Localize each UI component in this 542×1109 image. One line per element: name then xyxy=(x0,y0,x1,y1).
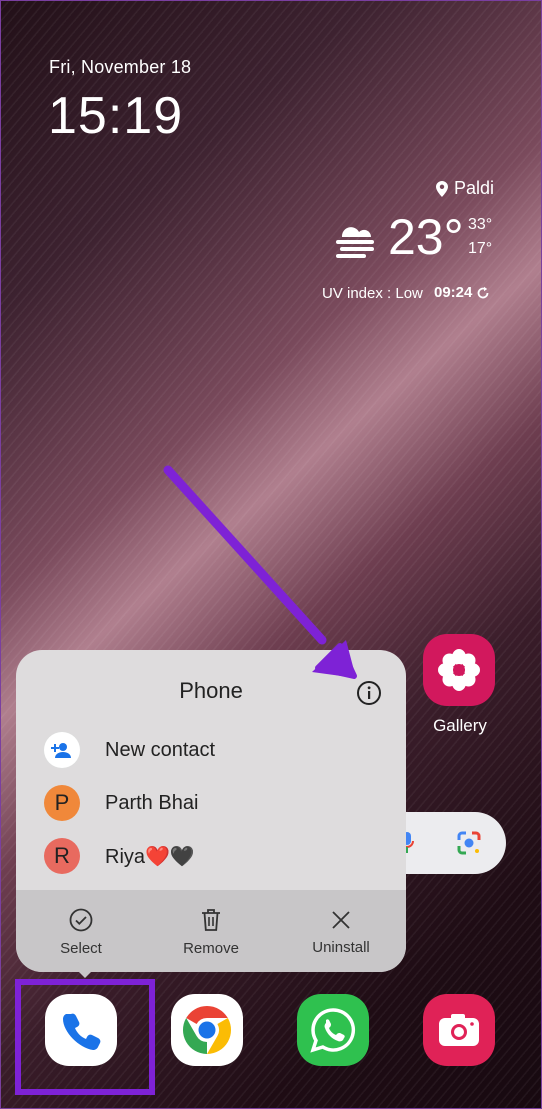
lock-clock[interactable]: 15:19 xyxy=(48,86,183,146)
weather-low: 17° xyxy=(468,240,493,257)
info-icon[interactable] xyxy=(356,680,382,706)
google-lens-icon[interactable] xyxy=(456,830,482,856)
gallery-flower-icon xyxy=(423,634,495,706)
phone-app-highlight xyxy=(15,979,155,1095)
shortcut-label: Riya❤️🖤 xyxy=(105,845,195,868)
uv-index: UV index : Low xyxy=(322,285,423,302)
shortcut-label: Parth Bhai xyxy=(105,791,199,814)
add-contact-icon xyxy=(44,732,80,768)
whatsapp-app[interactable] xyxy=(297,994,369,1066)
uninstall-label: Uninstall xyxy=(312,938,370,956)
popup-title: Phone xyxy=(179,678,243,703)
shortcut-new-contact[interactable]: New contact xyxy=(44,730,215,770)
camera-icon xyxy=(439,1014,479,1046)
select-label: Select xyxy=(60,939,102,957)
check-circle-icon xyxy=(69,908,93,931)
remove-button[interactable]: Remove xyxy=(146,890,276,972)
gallery-app[interactable]: Gallery xyxy=(423,634,497,736)
shortcut-contact-riya[interactable]: R Riya❤️🖤 xyxy=(44,836,195,876)
chrome-app[interactable] xyxy=(171,994,243,1066)
location-pin-icon xyxy=(435,180,448,197)
popup-actions: Select Remove Uninstall xyxy=(16,890,406,972)
weather-high: 33° xyxy=(468,216,493,233)
remove-label: Remove xyxy=(183,939,239,957)
app-context-menu: Phone New contact P Parth Bhai R Riya❤️🖤… xyxy=(16,650,406,972)
chrome-icon xyxy=(182,1006,232,1054)
weather-updated[interactable]: 09:24 xyxy=(434,284,490,301)
lock-date: Fri, November 18 xyxy=(49,57,192,77)
cloudy-weather-icon xyxy=(336,227,374,258)
refresh-icon[interactable] xyxy=(476,286,490,300)
whatsapp-icon xyxy=(310,1008,356,1053)
weather-location[interactable]: Paldi xyxy=(435,178,494,199)
weather-updated-time: 09:24 xyxy=(434,284,473,301)
close-icon xyxy=(332,910,350,929)
shortcut-label: New contact xyxy=(105,738,216,761)
shortcut-contact-parth[interactable]: P Parth Bhai xyxy=(44,783,198,823)
avatar: R xyxy=(44,838,80,874)
weather-location-label: Paldi xyxy=(453,178,494,198)
hearts-emoji: ❤️🖤 xyxy=(145,845,195,868)
gallery-label: Gallery xyxy=(433,716,487,735)
select-button[interactable]: Select xyxy=(16,890,146,972)
uninstall-button[interactable]: Uninstall xyxy=(276,890,406,972)
trash-icon xyxy=(202,908,220,931)
weather-temperature[interactable]: 23° xyxy=(388,208,464,266)
camera-app[interactable] xyxy=(423,994,495,1066)
avatar: P xyxy=(44,785,80,821)
popup-pointer xyxy=(75,968,95,978)
